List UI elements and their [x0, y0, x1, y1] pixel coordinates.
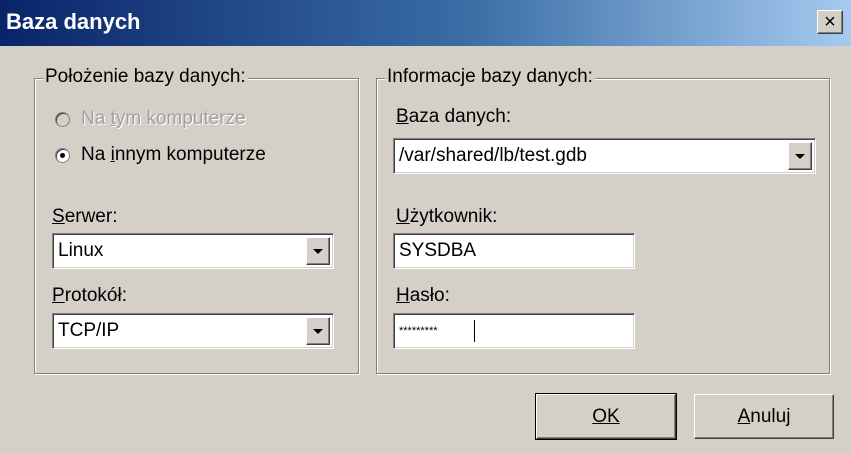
close-button[interactable]: ×	[817, 10, 843, 34]
mnemonic-letter: H	[396, 285, 410, 306]
protocol-label: Protokół:	[52, 285, 127, 306]
password-label: Hasło:	[396, 285, 450, 306]
radio-selected-dot	[60, 153, 65, 158]
server-select[interactable]: Linux	[52, 233, 334, 269]
database-dropdown-button[interactable]	[788, 142, 812, 170]
mnemonic-letter: P	[52, 285, 65, 306]
password-input[interactable]: *********	[393, 313, 635, 349]
database-select[interactable]: /var/shared/lb/test.gdb	[393, 138, 816, 174]
database-select-value: /var/shared/lb/test.gdb	[399, 145, 587, 166]
server-label: Serwer:	[52, 206, 118, 227]
database-label: Baza danych:	[396, 106, 512, 127]
mnemonic-letter: A	[737, 405, 751, 427]
chevron-down-icon	[313, 249, 323, 254]
radio-other-computer-label: Na innym komputerze	[81, 144, 266, 165]
chevron-down-icon	[795, 154, 805, 159]
user-label: Użytkownik:	[396, 206, 498, 227]
server-dropdown-button[interactable]	[306, 237, 330, 265]
mnemonic-letter: S	[52, 206, 65, 227]
close-icon: ×	[824, 11, 836, 33]
radio-this-computer-label: Na tym komputerze	[81, 108, 246, 130]
server-select-value: Linux	[58, 240, 104, 261]
mnemonic-letter: i	[110, 144, 115, 165]
chevron-down-icon	[313, 329, 323, 334]
radio-other-computer[interactable]	[55, 148, 70, 163]
location-group-legend: Położenie bazy danych:	[43, 66, 248, 88]
cancel-button-label: Anuluj	[737, 405, 791, 427]
password-input-value: *********	[399, 325, 438, 337]
mnemonic-letter: t	[110, 108, 116, 129]
radio-this-computer-label-a: Na tym komputerze	[81, 108, 246, 129]
ok-button-label: OK	[592, 405, 620, 427]
protocol-select-value: TCP/IP	[58, 320, 120, 341]
title-bar: Baza danych ×	[0, 0, 851, 46]
info-group-legend: Informacje bazy danych:	[385, 66, 595, 88]
protocol-select[interactable]: TCP/IP	[52, 313, 334, 349]
mnemonic-letter: B	[396, 106, 409, 127]
user-input-value: SYSDBA	[399, 240, 477, 261]
window-title: Baza danych	[6, 9, 141, 34]
cancel-button[interactable]: Anuluj	[694, 394, 834, 439]
mnemonic-letter: U	[396, 206, 410, 227]
radio-this-computer[interactable]	[55, 112, 70, 127]
user-input[interactable]: SYSDBA	[393, 233, 635, 269]
text-caret	[474, 320, 475, 342]
ok-button[interactable]: OK	[535, 393, 677, 440]
protocol-dropdown-button[interactable]	[306, 317, 330, 345]
